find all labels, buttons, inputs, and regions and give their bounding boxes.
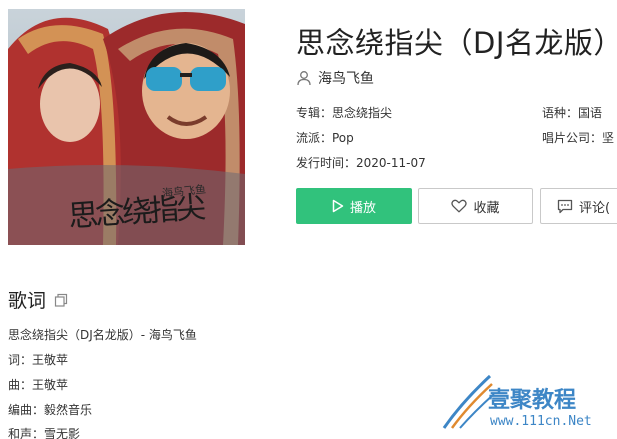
user-icon <box>297 71 311 86</box>
lyric-line: 思念绕指尖（DJ名龙版）- 海鸟飞鱼 <box>8 328 197 342</box>
play-icon <box>332 199 344 213</box>
comment-button-label: 评论( <box>579 200 611 216</box>
lyrics-header: 歌词 <box>8 286 68 313</box>
release-date-info: 发行时间：2020-11-07 <box>296 156 426 170</box>
genre-info: 流派：Pop <box>296 131 354 145</box>
album-cover[interactable]: 思念绕指尖 海鸟飞鱼 <box>8 9 245 245</box>
comment-button[interactable]: 评论( <box>540 188 617 224</box>
favorite-button-label: 收藏 <box>473 200 500 216</box>
language-info: 语种：国语 <box>542 106 603 120</box>
artist-name-link[interactable]: 海鸟飞鱼 <box>318 68 374 88</box>
artist-row[interactable]: 海鸟飞鱼 <box>296 68 374 88</box>
lyric-line: 和声：雪无影 <box>8 427 81 439</box>
song-title: 思念绕指尖（DJ名龙版） <box>296 26 617 60</box>
favorite-button[interactable]: 收藏 <box>418 188 533 224</box>
heart-icon <box>451 199 468 213</box>
site-watermark: 壹聚教程 www.111cn.Net <box>438 372 608 432</box>
watermark-url: www.111cn.Net <box>490 414 592 429</box>
watermark-text: 壹聚教程 <box>488 387 577 413</box>
lyric-line: 编曲：毅然音乐 <box>8 403 93 417</box>
comment-icon <box>557 199 573 213</box>
play-button[interactable]: 播放 <box>296 188 412 224</box>
record-label-info: 唱片公司：坚 <box>542 131 615 145</box>
lyric-line: 词：王敬苹 <box>8 353 69 367</box>
copy-icon[interactable] <box>54 293 68 307</box>
play-button-label: 播放 <box>349 200 376 216</box>
album-info[interactable]: 专辑：思念绕指尖 <box>296 104 392 121</box>
lyrics-heading: 歌词 <box>8 290 47 312</box>
lyric-line: 曲：王敬苹 <box>8 378 69 392</box>
